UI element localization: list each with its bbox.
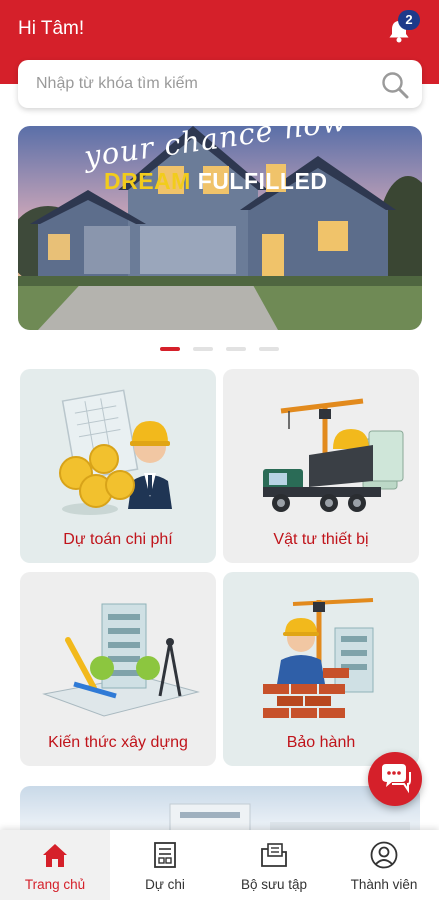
- nav-label: Trang chủ: [24, 877, 86, 892]
- search-input[interactable]: [36, 60, 376, 108]
- banner-word-dream: DREAM: [104, 168, 191, 194]
- banner-word-fulfilled: FULFILLED: [197, 168, 328, 194]
- page-dot[interactable]: [259, 347, 279, 351]
- home-icon: [43, 844, 67, 867]
- nav-label: Thành viên: [350, 877, 418, 892]
- search-bar[interactable]: [18, 60, 422, 108]
- card-materials-equipment[interactable]: Vật tư thiết bị: [223, 369, 419, 563]
- nav-item-collection[interactable]: Bộ sưu tập: [219, 830, 329, 900]
- page-dot[interactable]: [226, 347, 246, 351]
- document-icon: [154, 842, 176, 868]
- knowledge-illustration: [42, 603, 200, 717]
- card-warranty[interactable]: Bảo hành: [223, 572, 419, 766]
- promo-banner[interactable]: [18, 126, 422, 330]
- card-label: Bảo hành: [286, 734, 356, 751]
- page-dot-active[interactable]: [160, 347, 180, 351]
- search-icon[interactable]: [380, 70, 410, 100]
- user-icon: [370, 841, 398, 869]
- warranty-illustration: [263, 598, 374, 718]
- nav-item-budget[interactable]: Dự chi: [110, 830, 220, 900]
- bottom-nav: Trang chủ Dự chi Bộ sưu tập Thành viên: [0, 830, 439, 900]
- page-dot[interactable]: [193, 347, 213, 351]
- card-label: Vật tư thiết bị: [273, 531, 369, 548]
- nav-item-home[interactable]: Trang chủ: [0, 830, 110, 900]
- notification-badge: 2: [398, 10, 420, 30]
- chat-icon: [382, 764, 411, 794]
- banner-tagline-bold: DREAM FULFILLED: [104, 168, 327, 195]
- cost-estimate-illustration: [59, 389, 172, 515]
- folder-icon: [261, 843, 287, 867]
- nav-label: Bộ sưu tập: [240, 877, 308, 892]
- chat-button[interactable]: [368, 752, 422, 806]
- materials-illustration: [263, 398, 404, 512]
- card-label: Dự toán chi phí: [63, 531, 173, 548]
- card-label: Kiến thức xây dựng: [48, 734, 188, 751]
- nav-item-member[interactable]: Thành viên: [329, 830, 439, 900]
- greeting-text: Hi Tâm!: [18, 18, 85, 39]
- card-cost-estimate[interactable]: Dự toán chi phí: [20, 369, 216, 563]
- nav-label: Dự chi: [145, 877, 185, 892]
- card-construction-knowledge[interactable]: Kiến thức xây dựng: [20, 572, 216, 766]
